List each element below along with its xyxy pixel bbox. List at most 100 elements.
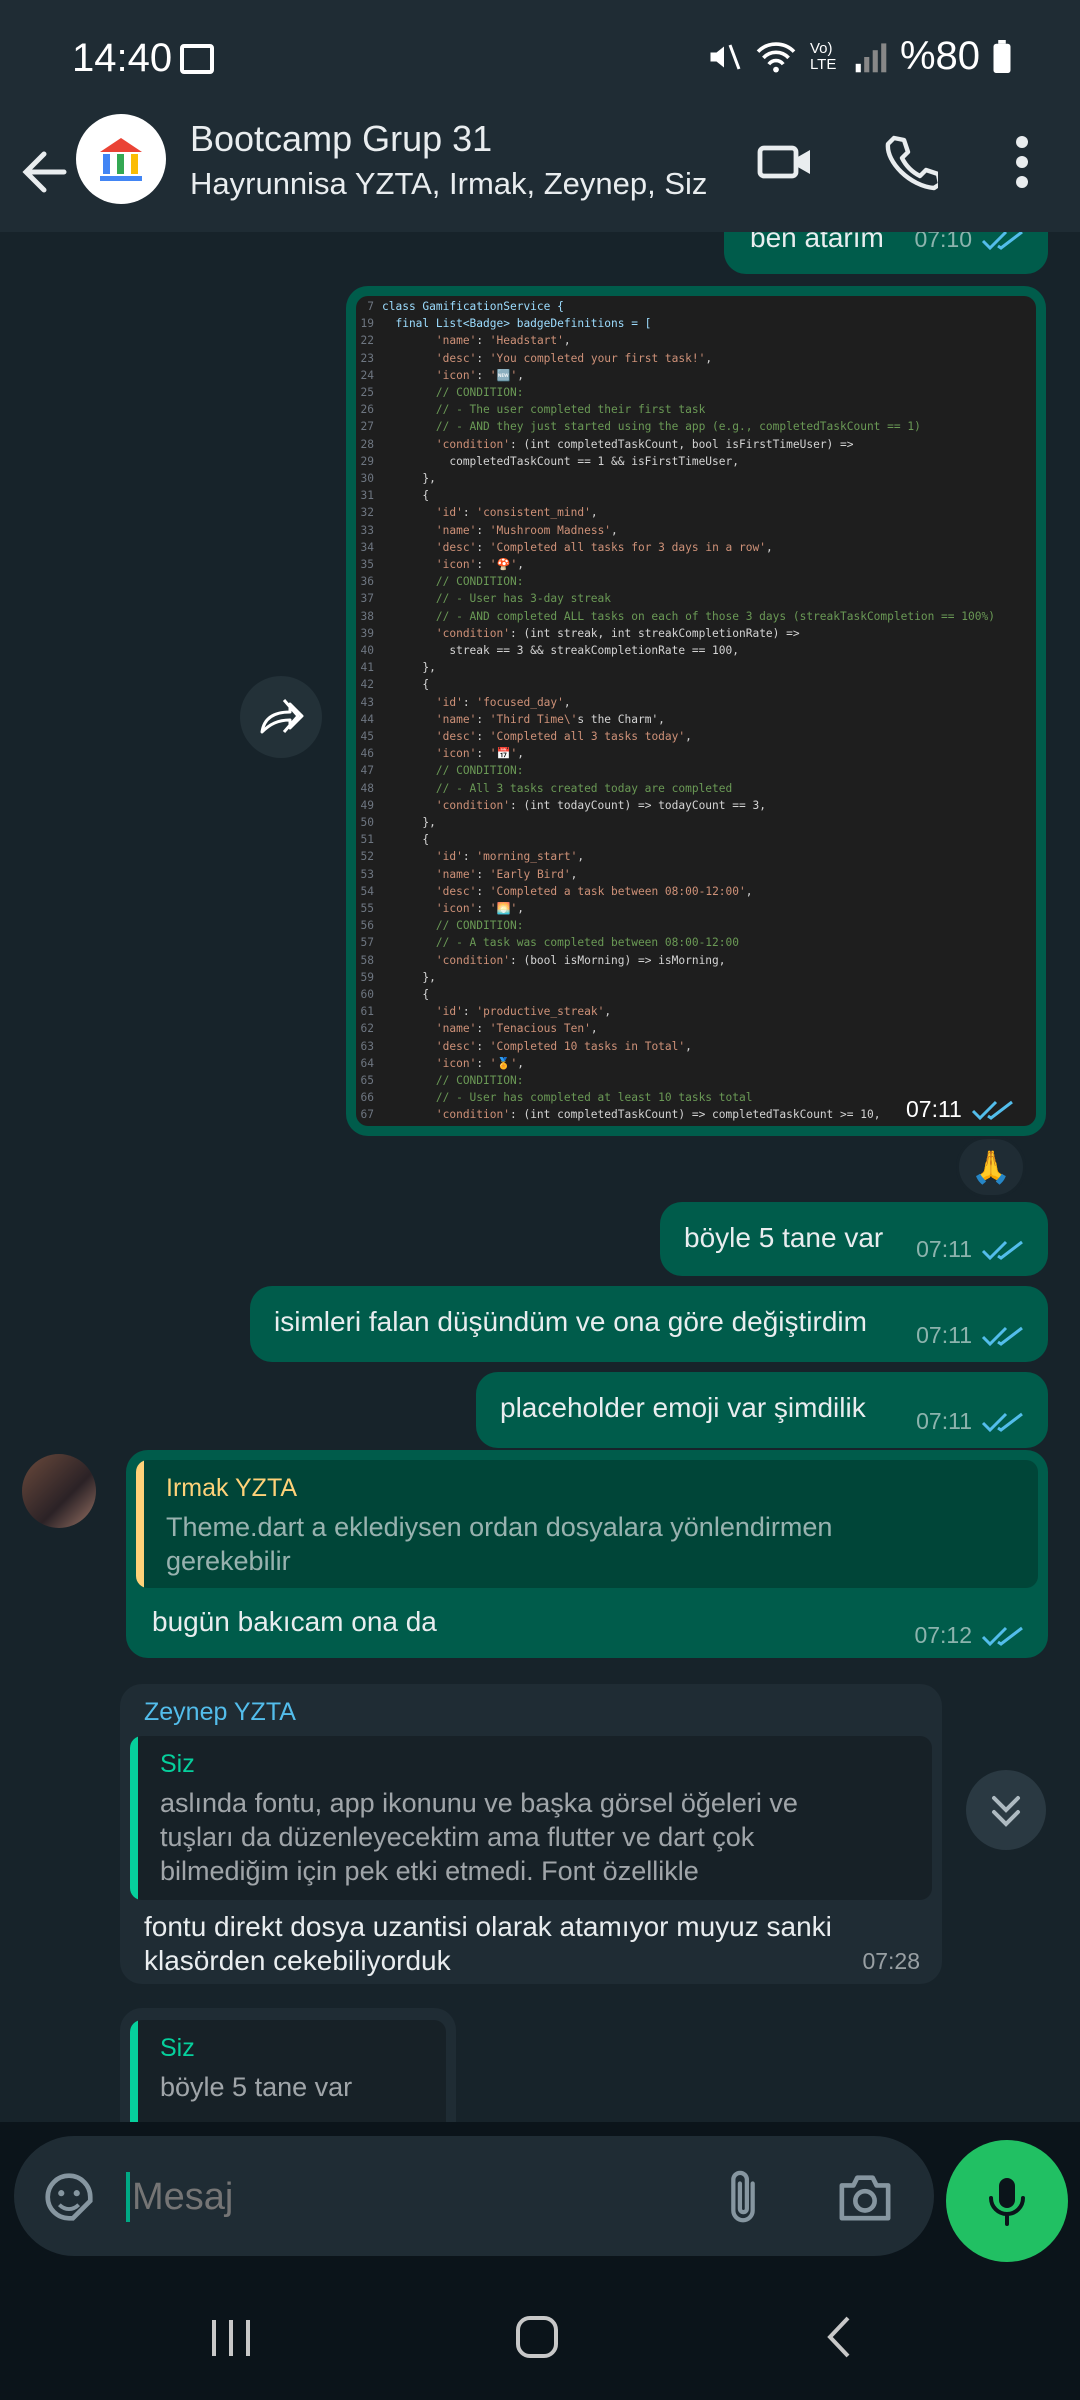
code-screenshot-image[interactable]: 7 class GamificationService {19 final Lis… <box>356 296 1036 1126</box>
quote-author: Siz <box>160 1750 195 1778</box>
code-line-number: 46 <box>360 747 374 761</box>
code-line-text: 'icon': '📅', <box>435 747 524 761</box>
code-line-text: // - AND completed ALL tasks on each of … <box>382 609 995 623</box>
mic-icon <box>989 2178 1025 2226</box>
quote-accent-bar <box>136 1460 144 1588</box>
reply-message-bubble[interactable]: Irmak YZTA Theme.dart a eklediysen ordan… <box>126 1450 1048 1658</box>
forward-icon <box>260 699 304 734</box>
bank-building-icon <box>100 138 142 181</box>
code-line-text: // CONDITION: <box>382 575 524 589</box>
status-time: 14:40 <box>72 36 173 80</box>
code-line-number: 53 <box>360 867 374 881</box>
code-line-text: // CONDITION: <box>382 386 524 399</box>
code-line-text: }, <box>382 472 436 485</box>
sticker-icon[interactable] <box>40 2168 98 2226</box>
code-line-text: 'name': 'Tenacious Ten', <box>435 1022 598 1036</box>
quote-author: Irmak YZTA <box>166 1474 298 1502</box>
code-line-number: 56 <box>360 919 374 933</box>
system-back-icon[interactable] <box>820 2314 860 2360</box>
message-time: 07:11 <box>906 1096 962 1122</box>
mute-icon <box>710 43 741 70</box>
signal-icon <box>855 42 887 72</box>
code-line-number: 64 <box>360 1056 374 1070</box>
quote-text: aslında fontu, app ikonunu ve başka görs… <box>160 1786 798 1888</box>
code-line-text: 'id': 'morning_start', <box>435 850 585 864</box>
group-avatar[interactable] <box>76 114 166 204</box>
volte-label: Vo) LTE <box>809 39 837 73</box>
reaction-badge[interactable]: 🙏 <box>956 1136 1026 1198</box>
code-line-number: 41 <box>360 661 374 675</box>
code-line-text: 'name': 'Early Bird', <box>435 867 578 881</box>
message-text: böyle 5 tane var <box>684 1222 884 1253</box>
recent-apps-icon[interactable] <box>206 2316 256 2360</box>
code-line-number: 35 <box>360 558 374 571</box>
code-line-number: 31 <box>360 489 374 503</box>
code-line-number: 33 <box>360 523 374 537</box>
scroll-to-bottom-button[interactable] <box>966 1770 1046 1850</box>
code-line-number: 34 <box>360 540 374 554</box>
code-line-text: streak == 3 && streakCompletionRate == 1… <box>382 644 739 657</box>
code-line-number: 19 <box>360 317 374 331</box>
message-bubble-out[interactable]: placeholder emoji var şimdilik 07:11 <box>476 1372 1048 1448</box>
status-icons: Vo) LTE %80 <box>706 34 1012 79</box>
code-line-number: 44 <box>360 712 374 726</box>
code-line-text: 'id': 'consistent_mind', <box>435 506 598 520</box>
message-text: fontu direkt dosya uzantisi olarak atamı… <box>144 1910 832 1978</box>
code-line-number: 49 <box>360 798 374 812</box>
code-line-number: 37 <box>360 592 374 606</box>
quote-text: Theme.dart a eklediysen ordan dosyalara … <box>166 1510 832 1578</box>
sender-avatar[interactable] <box>22 1454 96 1528</box>
code-line-number: 60 <box>360 988 374 1001</box>
code-line-text: { <box>382 489 430 503</box>
code-line-text: 'id': 'focused_day', <box>435 695 571 709</box>
home-icon[interactable] <box>514 2314 560 2360</box>
quote-author: Siz <box>160 2034 195 2062</box>
quoted-message[interactable]: Siz böyle 5 tane var <box>130 2020 446 2122</box>
quoted-message[interactable]: Irmak YZTA Theme.dart a eklediysen ordan… <box>136 1460 1038 1588</box>
message-input[interactable] <box>132 2176 632 2219</box>
read-ticks-icon <box>981 1240 1023 1260</box>
code-line-text: 'condition': (bool isMorning) => isMorni… <box>435 953 726 967</box>
quote-line: aslında fontu, app ikonunu ve başka görs… <box>160 1788 798 1818</box>
code-line-number: 38 <box>360 609 374 623</box>
code-line-text: // - All 3 tasks created today are compl… <box>382 781 733 795</box>
incoming-reply-bubble[interactable]: Zeynep YZTA Siz aslında fontu, app ikonu… <box>120 1684 942 1984</box>
message-text: placeholder emoji var şimdilik <box>500 1392 866 1423</box>
message-meta: 07:10 <box>914 232 1026 253</box>
code-line-number: 24 <box>360 368 374 382</box>
battery-percent: %80 <box>899 34 980 78</box>
code-line-number: 51 <box>360 833 374 847</box>
code-line-number: 26 <box>360 403 374 417</box>
message-meta: 07:28 <box>862 1948 920 1975</box>
wifi-icon <box>756 41 796 72</box>
quoted-message[interactable]: Siz aslında fontu, app ikonunu ve başka … <box>130 1736 932 1900</box>
code-line-text: 'icon': '🆕', <box>435 368 524 382</box>
video-call-icon[interactable] <box>756 132 816 192</box>
code-line-text: 'name': 'Mushroom Madness', <box>435 523 618 537</box>
code-line-number: 54 <box>360 884 374 898</box>
quote-accent-bar <box>130 2020 138 2122</box>
message-line: fontu direkt dosya uzantisi olarak atamı… <box>144 1911 832 1942</box>
code-line-number: 63 <box>360 1039 374 1053</box>
forward-button[interactable] <box>240 676 322 758</box>
camera-icon[interactable] <box>836 2170 894 2224</box>
back-arrow-icon[interactable] <box>14 132 74 212</box>
code-line-number: 61 <box>360 1005 374 1019</box>
code-line-text: 'name': 'Third Time\'s the Charm', <box>435 712 665 726</box>
attach-icon[interactable] <box>720 2168 766 2226</box>
phone-icon[interactable] <box>882 132 938 192</box>
message-bubble-out[interactable]: ben atarım 07:10 <box>724 232 1048 274</box>
chat-messages-area[interactable]: ben atarım 07:10 7 class GamificationServ… <box>0 232 1080 2122</box>
more-vertical-icon[interactable] <box>1012 132 1032 192</box>
message-bubble-out[interactable]: isimleri falan düşündüm ve ona göre deği… <box>250 1286 1048 1362</box>
incoming-reply-bubble[interactable]: Siz böyle 5 tane var <box>120 2008 456 2122</box>
code-line-number: 58 <box>360 953 374 967</box>
voice-record-button[interactable] <box>946 2140 1068 2262</box>
chat-participants[interactable]: Hayrunnisa YZTA, Irmak, Zeynep, Siz <box>190 166 730 202</box>
double-chevron-down-icon <box>992 1796 1020 1827</box>
chat-title[interactable]: Bootcamp Grup 31 <box>190 118 492 160</box>
code-line-text: 'condition': (int todayCount) => todayCo… <box>435 798 766 812</box>
message-line: klasörden cekebiliyorduk <box>144 1945 451 1976</box>
code-line-text: // - A task was completed between 08:00-… <box>382 936 739 950</box>
message-bubble-out[interactable]: böyle 5 tane var 07:11 <box>660 1202 1048 1276</box>
